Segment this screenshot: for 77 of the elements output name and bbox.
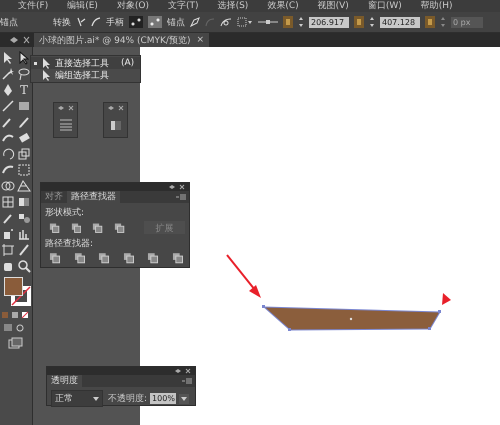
control-label: 锚点 [0,16,18,28]
coordinate-field[interactable]: 407.128 [380,16,420,28]
selected-path[interactable] [262,305,441,331]
blend-icon[interactable] [17,211,31,225]
zoom-icon[interactable] [17,259,31,273]
reference-point-icon [258,19,278,25]
panel-tab[interactable]: 透明度 [47,375,82,387]
menu-item[interactable]: 编组选择工具 [31,69,140,81]
arrow-icon [41,58,51,68]
bar-graph-icon[interactable] [17,227,31,241]
handles-icon[interactable] [129,16,143,28]
screen-mode-icon[interactable] [8,337,24,349]
scale-icon[interactable] [17,147,31,161]
handles-icon[interactable] [148,16,162,28]
artboard-icon[interactable] [1,243,15,257]
document-title: 小球的图片.ai* @ 94% (CMYK/预览) [39,34,190,46]
shape-builder-icon[interactable] [1,179,15,193]
menu-item[interactable]: 帮助(H) [420,0,453,12]
magic-wand-icon[interactable] [1,67,15,81]
perspective-grid-icon[interactable] [17,179,31,193]
panel-controls-icon[interactable] [173,368,193,374]
menu-item[interactable]: 文字(T) [168,0,199,12]
menu-item[interactable]: 视图(V) [318,0,349,12]
stepper-icon[interactable] [369,16,375,28]
free-transform-icon[interactable] [17,163,31,177]
opacity-field[interactable]: 100% [150,393,176,404]
coordinate-field[interactable]: 206.917 [309,16,349,28]
color-mode-icon[interactable] [1,311,31,319]
control-label: 转换 [53,16,71,28]
dropdown-button[interactable] [179,394,190,404]
panel-controls-icon[interactable] [106,105,126,111]
panel-icon[interactable] [58,119,72,131]
group-arrow-icon [41,70,51,80]
pencil-icon[interactable] [17,115,31,129]
section-label: 形状模式: [44,206,86,220]
panel-controls-icon[interactable] [8,36,30,44]
close-button[interactable]: × [196,35,204,45]
menu-item[interactable]: 编辑(E) [67,0,98,12]
direct-selection-arrow-icon[interactable] [17,51,31,65]
section-label: 路径查找器: [44,238,94,251]
rectangle-icon[interactable] [17,99,31,113]
menu-item[interactable]: 对象(O) [116,0,150,12]
panel-icon[interactable] [108,119,122,131]
dropdown-arrow-icon [93,396,99,400]
width-icon [425,16,435,28]
stepper-icon[interactable] [440,16,446,28]
control-label: 手柄 [106,16,124,28]
blend-mode-dropdown[interactable]: 正常 [51,390,103,407]
panel-tab[interactable]: 路径查找器 [67,191,120,203]
bullet-icon [34,62,37,64]
lasso-icon[interactable] [17,67,31,81]
menu-item[interactable]: 选择(S) [218,0,248,12]
panel-controls-icon[interactable] [167,184,187,190]
opacity-label: 不透明度: [108,392,148,405]
panel-controls-icon[interactable] [56,105,76,111]
fill-swatch[interactable] [4,277,23,296]
control-label: 锚点 [167,16,185,28]
menu-item[interactable]: 窗口(W) [368,0,402,12]
stepper-icon[interactable] [298,16,304,28]
mesh-icon[interactable] [1,195,15,209]
line-icon[interactable] [1,99,15,113]
panel-menu-icon[interactable] [182,378,192,384]
triangle-marker [442,293,451,305]
stroke-swatch[interactable] [11,286,31,306]
menu-item[interactable]: 效果(C) [267,0,299,12]
panel-tab[interactable]: 对齐 [41,191,67,203]
document-tab[interactable]: 小球的图片.ai* @ 94% (CMYK/预览) × [34,33,210,47]
type-tool[interactable]: T [17,83,31,97]
rotate-icon[interactable] [1,147,15,161]
menu-item[interactable]: 文件(F) [18,0,48,12]
dropdown-arrow-icon [181,396,188,400]
arrow [226,254,261,298]
coordinate-icon [354,16,364,28]
menu-item[interactable]: 直接选择工具 (A) [31,57,140,69]
panel-menu-icon[interactable] [176,194,186,200]
gradient-icon[interactable] [17,195,31,209]
coordinate-icon [283,16,293,28]
